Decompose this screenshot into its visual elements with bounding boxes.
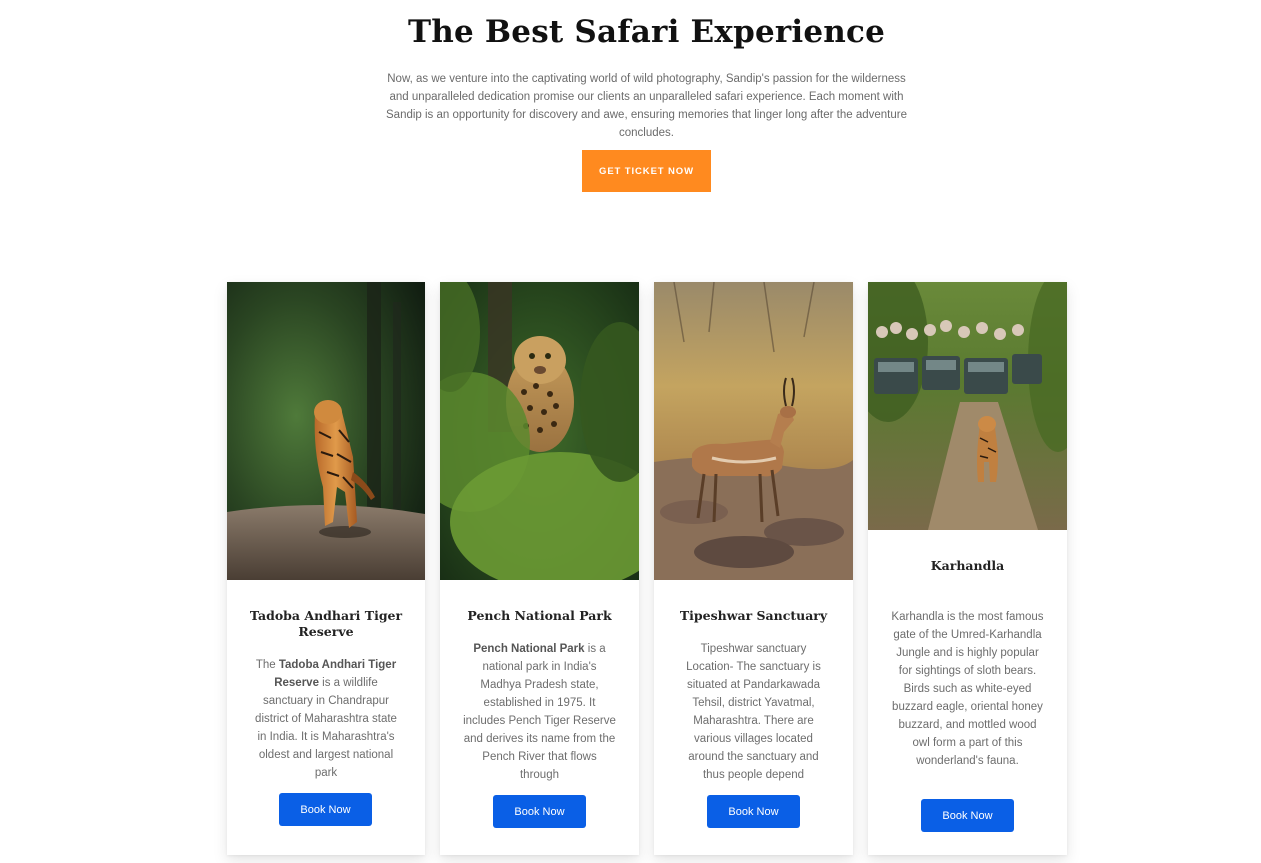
card-title: Karhandla	[930, 558, 1005, 573]
card-description: The Tadoba Andhari Tiger Reserve is a wi…	[255, 659, 397, 779]
section-title: The Best Safari Experience	[407, 14, 886, 50]
tiger-with-safari-jeeps-photo	[868, 282, 1067, 530]
park-card-pench: Pench National Park Pench National Park …	[440, 282, 639, 855]
card-description: Karhandla is the most famous gate of the…	[891, 611, 1044, 767]
card-description: Tipeshwar sanctuary Location- The sanctu…	[686, 643, 821, 781]
park-card-tadoba: Tadoba Andhari Tiger Reserve The Tadoba …	[227, 282, 425, 855]
book-now-button[interactable]: Book Now	[279, 793, 372, 826]
book-now-button[interactable]: Book Now	[707, 795, 800, 828]
card-title: Pench National Park	[467, 608, 612, 623]
section-description: Now, as we venture into the captivating …	[386, 73, 907, 139]
card-title: Tadoba Andhari Tiger Reserve	[249, 608, 403, 639]
get-ticket-button[interactable]: GET TICKET NOW	[582, 150, 711, 192]
park-card-tipeshwar: Tipeshwar Sanctuary Tipeshwar sanctuary …	[654, 282, 853, 855]
blackbuck-antelope-photo	[654, 282, 853, 580]
card-title: Tipeshwar Sanctuary	[679, 608, 828, 623]
tiger-walking-photo	[227, 282, 425, 580]
safari-section: The Best Safari Experience Now, as we ve…	[0, 0, 1261, 863]
book-now-button[interactable]: Book Now	[921, 799, 1014, 832]
book-now-button[interactable]: Book Now	[493, 795, 586, 828]
card-description: Pench National Park is a national park i…	[463, 643, 616, 781]
park-card-karhandla: Karhandla Karhandla is the most famous g…	[868, 282, 1067, 855]
leopard-in-foliage-photo	[440, 282, 639, 580]
